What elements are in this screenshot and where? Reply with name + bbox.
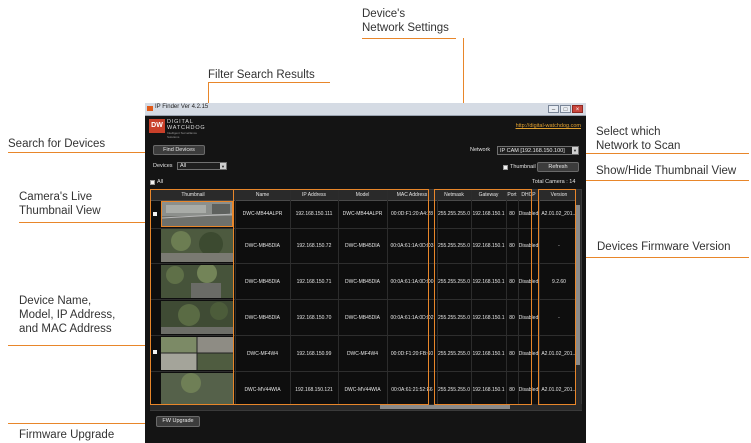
- callout-firmware-upgrade: Firmware Upgrade: [19, 429, 115, 441]
- window-title: IP Finder Ver 4.2.15: [155, 104, 209, 110]
- callout-line: Camera's Live: [19, 191, 93, 203]
- thumbnail-checkbox[interactable]: [503, 165, 508, 170]
- leader-network-h: [362, 38, 456, 39]
- callout-line: Model, IP Address,: [19, 309, 116, 321]
- callout-thumb-toggle: Show/Hide Thumbnail View: [596, 165, 737, 177]
- callout-network-settings: Device's Network Settings: [362, 7, 449, 35]
- callout-live-thumb: Camera's Live Thumbnail View: [19, 190, 101, 218]
- chevron-down-icon: ▼: [220, 163, 226, 169]
- minimize-button[interactable]: –: [548, 105, 559, 113]
- scrollbar-thumb[interactable]: [380, 405, 510, 409]
- brand-logo: DW DIGITAL WATCHDOG Intelligent Surveill…: [149, 119, 207, 139]
- devices-label: Devices: [153, 163, 173, 169]
- select-all-checkbox[interactable]: [150, 180, 155, 185]
- callout-search: Search for Devices: [8, 138, 106, 150]
- callout-device-info: Device Name, Model, IP Address, and MAC …: [19, 294, 115, 336]
- select-all-label: All: [157, 179, 164, 185]
- thumbnail-label: Thumbnail: [510, 164, 536, 170]
- total-camera-count: Total Camera : 14: [532, 179, 576, 185]
- refresh-button[interactable]: Refresh: [537, 162, 579, 172]
- leader-filter-h: [208, 82, 330, 83]
- leader-firmware-version: [567, 257, 749, 258]
- devices-filter-value: All: [180, 163, 187, 169]
- highlight-device-info: [233, 189, 429, 405]
- highlight-thumbnail: [150, 189, 234, 405]
- chevron-down-icon: ▼: [572, 147, 578, 154]
- network-label: Network: [470, 147, 491, 153]
- devices-filter-select[interactable]: All ▼: [177, 162, 227, 170]
- find-devices-button[interactable]: Find Devices: [153, 145, 205, 155]
- callout-line: Device's: [362, 8, 406, 20]
- fw-upgrade-button[interactable]: FW Upgrade: [156, 416, 200, 427]
- leader-select-network: [584, 153, 749, 154]
- maximize-button[interactable]: □: [560, 105, 571, 113]
- callout-line: Network Settings: [362, 22, 449, 34]
- network-select[interactable]: IP CAM [192.168.150.100] ▼: [497, 146, 579, 155]
- callout-line: Device Name,: [19, 295, 92, 307]
- logo-tagline: Intelligent Surveillance Solutions: [167, 131, 198, 139]
- website-link[interactable]: http://digital-watchdog.com: [516, 123, 581, 129]
- highlight-version: [538, 189, 576, 405]
- callout-line: Thumbnail View: [19, 205, 101, 217]
- network-value: IP CAM [192.168.150.100]: [500, 148, 565, 154]
- ip-finder-window: IP Finder Ver 4.2.15 – □ × DW DIGITAL WA…: [145, 103, 586, 443]
- title-bar: IP Finder Ver 4.2.15 – □ ×: [145, 103, 586, 116]
- scrollbar-thumb[interactable]: [576, 205, 580, 365]
- leader-live-thumb: [19, 222, 151, 223]
- callout-filter: Filter Search Results: [208, 69, 315, 81]
- logo-mark: DW: [149, 119, 165, 133]
- callout-firmware-version: Devices Firmware Version: [597, 241, 731, 253]
- app-icon: [147, 106, 153, 111]
- close-button[interactable]: ×: [572, 105, 583, 113]
- highlight-network-settings: [434, 189, 532, 405]
- callout-line: Select which: [596, 126, 661, 138]
- leader-fw-upgrade-h: [8, 423, 156, 424]
- callout-line: Network to Scan: [596, 140, 681, 152]
- callout-select-network: Select which Network to Scan: [596, 125, 680, 153]
- callout-line: and MAC Address: [19, 323, 112, 335]
